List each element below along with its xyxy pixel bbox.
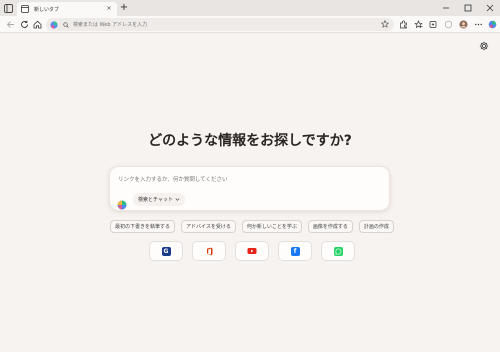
address-bar[interactable] <box>46 18 394 31</box>
more-menu-icon[interactable] <box>473 19 484 30</box>
copilot-search-box[interactable]: 検索とチャット <box>109 166 390 211</box>
home-icon[interactable] <box>32 19 43 30</box>
quick-links: G f <box>149 241 355 261</box>
favorite-star-icon[interactable] <box>381 20 389 28</box>
back-icon[interactable] <box>5 19 16 30</box>
quick-link-youtube[interactable] <box>235 241 269 261</box>
favorites-icon[interactable] <box>413 19 424 30</box>
suggestion-chips: 最初の下書きを執筆する アドバイスを受ける 何か新しいことを学ぶ 画像を作成する… <box>110 220 394 234</box>
tab-title: 新しいタブ <box>34 6 60 13</box>
browser-essentials-icon[interactable] <box>443 19 454 30</box>
new-tab-icon <box>21 5 29 13</box>
maximize-icon[interactable] <box>459 0 477 16</box>
chip-plan[interactable]: 計画の作成 <box>358 220 394 233</box>
search-mode-label: 検索とチャット <box>138 197 173 203</box>
chevron-down-icon <box>175 198 180 201</box>
tab-new-tab[interactable]: 新しいタブ × <box>17 2 117 16</box>
browser-toolbar <box>0 16 500 33</box>
extensions-icon[interactable] <box>398 19 409 30</box>
copilot-sidebar-icon[interactable] <box>487 19 497 30</box>
youtube-icon <box>247 247 257 255</box>
search-mode-dropdown[interactable]: 検索とチャット <box>133 193 185 206</box>
chip-create-image[interactable]: 画像を作成する <box>307 220 353 233</box>
office-icon <box>205 247 214 256</box>
quick-link-facebook[interactable]: f <box>278 241 312 261</box>
quick-link-google[interactable]: G <box>149 241 183 261</box>
new-tab-button[interactable]: + <box>118 2 130 14</box>
copilot-icon[interactable] <box>50 20 58 29</box>
google-icon: G <box>161 246 171 256</box>
whatsapp-icon <box>333 246 343 256</box>
facebook-icon: f <box>290 246 300 256</box>
refresh-icon[interactable] <box>19 19 30 30</box>
search-icon <box>63 21 69 28</box>
chip-advice[interactable]: アドバイスを受ける <box>181 220 236 233</box>
tab-actions-icon[interactable] <box>3 3 14 14</box>
collections-icon[interactable] <box>428 19 439 30</box>
chip-learn[interactable]: 何か新しいことを学ぶ <box>241 220 302 233</box>
close-window-icon[interactable] <box>481 0 499 16</box>
close-tab-icon[interactable]: × <box>105 5 113 13</box>
address-input[interactable] <box>73 19 373 30</box>
copilot-search-input[interactable] <box>118 175 380 185</box>
quick-link-office[interactable] <box>192 241 226 261</box>
profile-avatar-icon[interactable] <box>458 19 469 30</box>
page-heading: どのような情報をお探しですか? <box>148 133 352 149</box>
title-bar: 新しいタブ × + <box>0 0 500 16</box>
page-settings-icon[interactable] <box>478 40 489 51</box>
quick-link-whatsapp[interactable] <box>321 241 355 261</box>
chip-draft[interactable]: 最初の下書きを執筆する <box>110 220 176 233</box>
copilot-logo-icon <box>117 195 127 210</box>
minimize-icon[interactable] <box>437 0 455 16</box>
